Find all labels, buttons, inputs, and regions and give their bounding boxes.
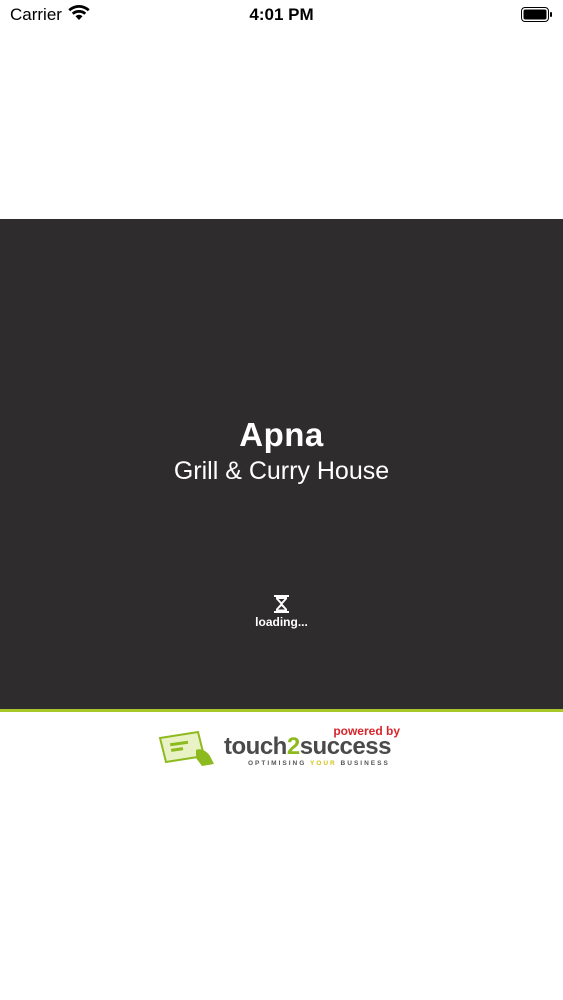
brand-number: 2	[286, 733, 300, 760]
tagline-start: OPTIMISING	[248, 760, 310, 767]
battery-icon	[521, 7, 553, 27]
brand-suffix: success	[299, 733, 392, 760]
touch2success-logo: powered by touch2success OPTIMISING YOUR…	[158, 724, 408, 770]
splash-panel: Apna Grill & Curry House loading...	[0, 219, 563, 709]
card-terminal-icon	[158, 728, 218, 773]
status-time: 4:01 PM	[249, 5, 314, 24]
brand-prefix: touch	[224, 733, 287, 760]
brand-wordmark: touch2success	[224, 733, 391, 761]
status-bar: Carrier 4:01 PM	[0, 0, 563, 30]
restaurant-subtitle: Grill & Curry House	[173, 457, 390, 485]
tagline-highlight: YOUR	[309, 760, 337, 767]
tagline-end: BUSINESS	[336, 760, 390, 767]
brand-tagline: OPTIMISING YOUR BUSINESS	[248, 760, 390, 767]
loading-label: loading...	[255, 615, 308, 629]
restaurant-name: Apna	[239, 416, 324, 453]
accent-divider	[0, 709, 563, 712]
